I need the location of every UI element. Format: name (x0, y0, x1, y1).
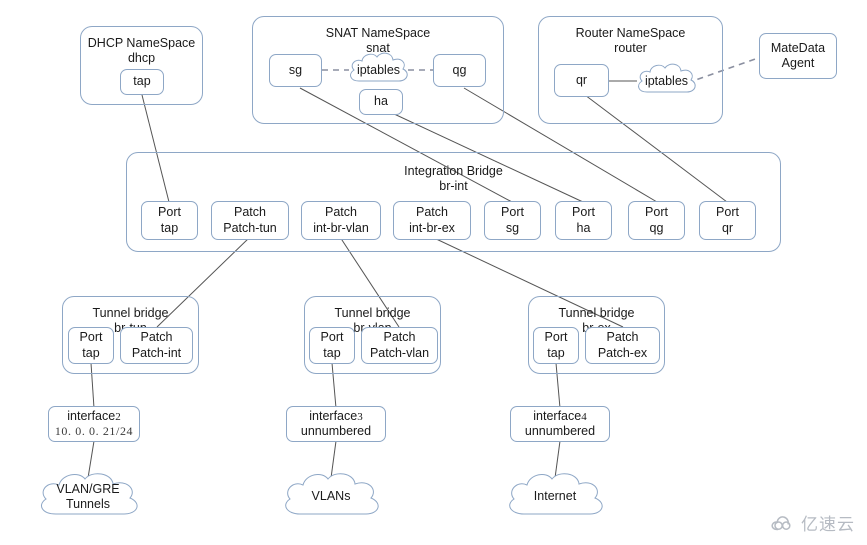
brint-port-qr-name: qr (721, 220, 734, 235)
dhcp-port-tap-label: tap (133, 74, 151, 89)
brint-port-qr[interactable]: Port qr (699, 201, 756, 240)
interface3-box[interactable]: interface3 unnumbered (286, 406, 386, 442)
snat-iptables-cloud-label: iptables (356, 62, 401, 77)
brint-port-tap-name: tap (160, 220, 179, 235)
metadata-agent-box[interactable]: MateData Agent (759, 33, 837, 79)
brtun-port-tap[interactable]: Port tap (68, 327, 114, 364)
brint-port-sg-kind: Port (501, 205, 524, 220)
brint-patch-int-br-vlan[interactable]: Patch int-br-vlan (301, 201, 381, 240)
interface4-detail: unnumbered (524, 424, 596, 439)
vlan-gre-tunnels-cloud-label: VLAN/GRE Tunnels (56, 481, 120, 511)
interface2-address: 10. 0. 0. 21/24 (54, 424, 134, 439)
dhcp-port-tap[interactable]: tap (120, 69, 164, 95)
brtun-patch-patch-int-name: Patch-int (131, 345, 182, 360)
tunnel-bridge-br-tun-title: Tunnel bridge (92, 306, 169, 320)
router-namespace-title: Router NameSpace (575, 26, 686, 40)
interface3-name: interface3 (309, 408, 363, 423)
snat-port-ha[interactable]: ha (359, 89, 403, 115)
brint-port-tap[interactable]: Port tap (141, 201, 198, 240)
vlan-gre-tunnels-cloud[interactable]: VLAN/GRE Tunnels (32, 470, 144, 523)
internet-cloud-label: Internet (533, 489, 577, 503)
brint-patch-patch-tun-kind: Patch (234, 205, 266, 220)
router-port-qr[interactable]: qr (554, 64, 609, 97)
interface3-detail: unnumbered (300, 424, 372, 439)
interface2-name: interface2 (67, 408, 121, 423)
integration-bridge-title: Integration Bridge (404, 164, 503, 178)
integration-bridge-subtitle: br-int (439, 179, 468, 194)
metadata-agent-line1: MateData (770, 40, 826, 55)
brex-port-tap[interactable]: Port tap (533, 327, 579, 364)
brint-patch-int-br-ex[interactable]: Patch int-br-ex (393, 201, 471, 240)
router-port-qr-label: qr (575, 72, 588, 87)
brint-port-sg-name: sg (505, 220, 520, 235)
brint-port-tap-kind: Port (158, 205, 181, 220)
watermark: 亿速云 (770, 510, 855, 535)
dhcp-namespace-subtitle: dhcp (127, 51, 156, 66)
snat-port-sg-label: sg (288, 62, 303, 77)
brvlan-port-tap[interactable]: Port tap (309, 327, 355, 364)
brint-port-qr-kind: Port (716, 205, 739, 220)
tunnel-bridge-br-vlan-title: Tunnel bridge (334, 306, 411, 320)
brex-port-tap-name: tap (547, 345, 565, 360)
brint-port-qg[interactable]: Port qg (628, 201, 685, 240)
tunnel-bridge-br-ex-title: Tunnel bridge (558, 306, 635, 320)
brvlan-port-tap-kind: Port (320, 330, 344, 345)
brint-patch-int-br-vlan-name: int-br-vlan (313, 220, 369, 235)
brint-port-ha[interactable]: Port ha (555, 201, 612, 240)
brvlan-port-tap-name: tap (323, 345, 341, 360)
snat-port-qg[interactable]: qg (433, 54, 486, 87)
brint-patch-int-br-ex-name: int-br-ex (409, 220, 455, 235)
snat-port-ha-label: ha (374, 94, 388, 109)
brtun-port-tap-kind: Port (79, 330, 103, 345)
brint-port-ha-kind: Port (572, 205, 595, 220)
brtun-patch-patch-int[interactable]: Patch Patch-int (120, 327, 193, 364)
router-iptables-cloud-label: iptables (644, 73, 689, 88)
interface4-box[interactable]: interface4 unnumbered (510, 406, 610, 442)
snat-iptables-cloud[interactable]: iptables (345, 50, 412, 90)
brint-port-sg[interactable]: Port sg (484, 201, 541, 240)
snat-port-qg-label: qg (452, 62, 467, 77)
brint-patch-patch-tun[interactable]: Patch Patch-tun (211, 201, 289, 240)
metadata-agent-line2: Agent (781, 56, 815, 70)
brvlan-patch-patch-vlan-name: Patch-vlan (369, 345, 430, 360)
brint-port-ha-name: ha (576, 220, 591, 235)
brtun-port-tap-name: tap (82, 345, 100, 360)
brex-port-tap-kind: Port (544, 330, 568, 345)
router-namespace-subtitle: router (614, 41, 647, 56)
brex-patch-patch-ex[interactable]: Patch Patch-ex (585, 327, 660, 364)
vlans-cloud-label: VLANs (311, 489, 351, 503)
watermark-text: 亿速云 (801, 515, 855, 534)
brint-port-qg-name: qg (649, 220, 664, 235)
brtun-patch-patch-int-kind: Patch (140, 330, 173, 345)
snat-port-sg[interactable]: sg (269, 54, 322, 87)
dhcp-namespace-title: DHCP NameSpace (87, 36, 196, 50)
interface4-name: interface4 (533, 408, 587, 423)
brex-patch-patch-ex-name: Patch-ex (597, 345, 648, 360)
brvlan-patch-patch-vlan[interactable]: Patch Patch-vlan (361, 327, 438, 364)
cloud-logo-icon (771, 515, 791, 530)
brint-patch-patch-tun-name: Patch-tun (223, 220, 277, 235)
router-iptables-cloud[interactable]: iptables (633, 61, 700, 101)
brex-patch-patch-ex-kind: Patch (606, 330, 639, 345)
interface2-box[interactable]: interface2 10. 0. 0. 21/24 (48, 406, 140, 442)
brint-patch-int-br-vlan-kind: Patch (325, 205, 357, 220)
brint-port-qg-kind: Port (645, 205, 668, 220)
internet-cloud[interactable]: Internet (501, 470, 609, 523)
diagram-canvas: DHCP NameSpace dhcp tap SNAT NameSpace s… (0, 0, 867, 545)
snat-namespace-title: SNAT NameSpace (325, 26, 431, 40)
vlans-cloud[interactable]: VLANs (277, 470, 385, 523)
brvlan-patch-patch-vlan-kind: Patch (383, 330, 416, 345)
brint-patch-int-br-ex-kind: Patch (416, 205, 448, 220)
